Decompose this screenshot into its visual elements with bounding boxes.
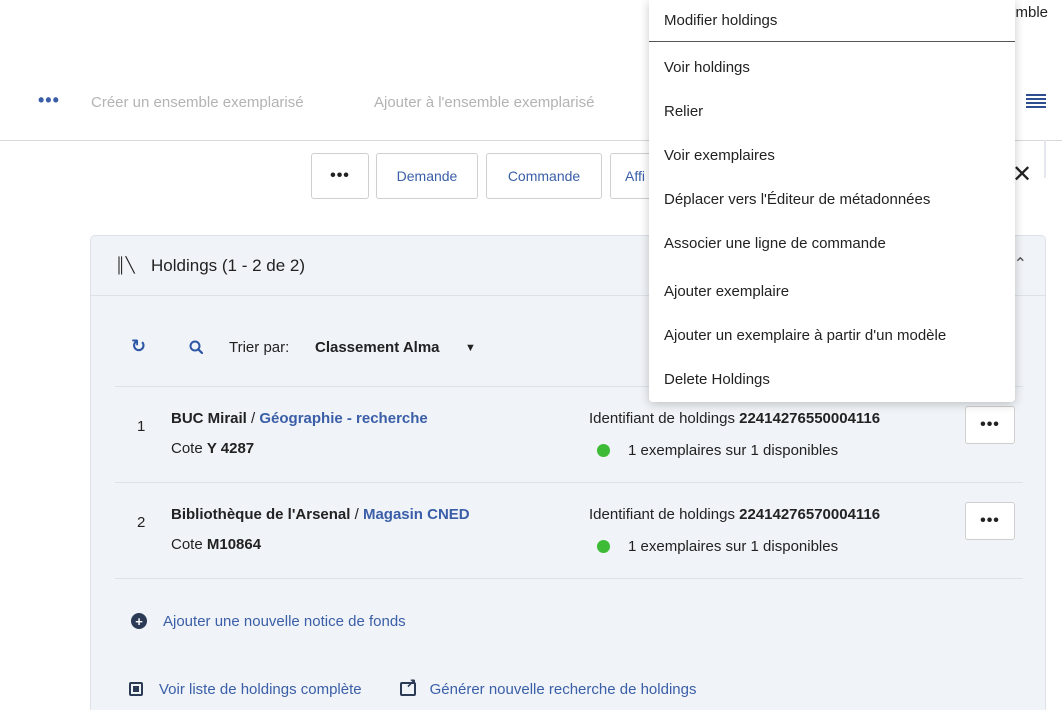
close-icon[interactable]: ✕: [1012, 160, 1032, 189]
separator: /: [246, 410, 260, 427]
row-number: 1: [137, 418, 146, 435]
call-number-label: Cote: [171, 440, 207, 457]
availability: 1 exemplaires sur 1 disponibles: [597, 538, 838, 555]
available-status-icon: [597, 540, 610, 553]
list-window-icon: [129, 682, 143, 696]
location-link[interactable]: Géographie - recherche: [259, 410, 427, 427]
holdings-panel-title: Holdings (1 - 2 de 2): [151, 256, 306, 275]
availability: 1 exemplaires sur 1 disponibles: [597, 442, 838, 459]
menu-item-modify-holdings[interactable]: Modifier holdings: [649, 0, 1015, 42]
sort-select[interactable]: Classement Alma: [315, 339, 440, 356]
row-divider: [115, 578, 1023, 579]
location-link[interactable]: Magasin CNED: [363, 506, 470, 523]
add-holdings-label: Ajouter une nouvelle notice de fonds: [163, 612, 406, 630]
new-search-link[interactable]: Générer nouvelle recherche de holdings: [430, 681, 697, 698]
library-label: BUC Mirail: [171, 410, 247, 427]
call-number-value: M10864: [206, 536, 262, 553]
sort-label: Trier par:: [229, 339, 290, 356]
menu-item-add-item[interactable]: Ajouter exemplaire: [649, 269, 1015, 313]
available-status-icon: [597, 444, 610, 457]
holdings-id-value: 22414276550004116: [739, 410, 881, 427]
menu-item-view-items[interactable]: Voir exemplaires: [649, 133, 1015, 177]
holdings-id: Identifiant de holdings 2241427657000411…: [589, 506, 880, 523]
separator: /: [350, 506, 363, 523]
chevron-down-icon[interactable]: ▼: [465, 342, 476, 354]
order-button[interactable]: Commande: [486, 153, 602, 199]
menu-item-associate-po-line[interactable]: Associer une ligne de commande: [649, 221, 1015, 265]
holdings-id-label: Identifiant de holdings: [589, 410, 740, 427]
menu-item-view-holdings[interactable]: Voir holdings: [649, 45, 1015, 89]
edge-divider: [1044, 140, 1046, 178]
row-divider: [115, 482, 1023, 483]
library-name: Bibliothèque de l'Arsenal / Magasin CNED: [171, 506, 470, 523]
books-icon: ║╲: [115, 257, 135, 274]
bottom-links: Voir liste de holdings complète Générer …: [129, 676, 734, 700]
table-row: 2 Bibliothèque de l'Arsenal / Magasin CN…: [91, 484, 1045, 574]
toolbar-more-button[interactable]: •••: [38, 90, 60, 111]
request-button[interactable]: Demande: [376, 153, 478, 199]
call-number: Cote Y 4287: [171, 440, 254, 457]
plus-circle-icon: +: [131, 613, 147, 629]
row-more-button[interactable]: •••: [965, 406, 1015, 444]
menu-item-move-to-md-editor[interactable]: Déplacer vers l'Éditeur de métadonnées: [649, 177, 1015, 221]
holdings-actions-menu: Modifier holdings Voir holdings Relier V…: [649, 0, 1015, 402]
search-icon[interactable]: [189, 340, 203, 354]
row-number: 2: [137, 514, 146, 531]
row-more-button[interactable]: •••: [965, 502, 1015, 540]
library-name: BUC Mirail / Géographie - recherche: [171, 410, 428, 427]
list-view-icon[interactable]: [1026, 94, 1046, 110]
holdings-id: Identifiant de holdings 2241427655000411…: [589, 410, 880, 427]
share-icon: [399, 676, 417, 696]
view-full-list-link[interactable]: Voir liste de holdings complète: [159, 681, 362, 698]
library-label: Bibliothèque de l'Arsenal: [171, 506, 351, 523]
chevron-up-icon[interactable]: ⌃: [1014, 254, 1027, 274]
actions-more-button[interactable]: •••: [311, 153, 369, 199]
partial-header-text: mble: [1015, 4, 1048, 21]
menu-item-bind[interactable]: Relier: [649, 89, 1015, 133]
holdings-id-value: 22414276570004116: [739, 506, 881, 523]
create-set-link[interactable]: Créer un ensemble exemplarisé: [91, 94, 304, 111]
call-number-label: Cote: [171, 536, 207, 553]
screen: mble ••• Créer un ensemble exemplarisé A…: [0, 0, 1062, 710]
add-holdings-link[interactable]: + Ajouter une nouvelle notice de fonds: [131, 610, 406, 632]
menu-item-delete-holdings[interactable]: Delete Holdings: [649, 357, 1015, 401]
call-number-value: Y 4287: [206, 440, 255, 457]
add-to-set-link[interactable]: Ajouter à l'ensemble exemplarisé: [374, 94, 594, 111]
availability-text: 1 exemplaires sur 1 disponibles: [628, 538, 839, 555]
availability-text: 1 exemplaires sur 1 disponibles: [628, 442, 839, 459]
holdings-id-label: Identifiant de holdings: [589, 506, 740, 523]
refresh-icon[interactable]: ↻: [131, 336, 146, 357]
call-number: Cote M10864: [171, 536, 261, 553]
menu-item-add-item-from-template[interactable]: Ajouter un exemplaire à partir d'un modè…: [649, 313, 1015, 357]
